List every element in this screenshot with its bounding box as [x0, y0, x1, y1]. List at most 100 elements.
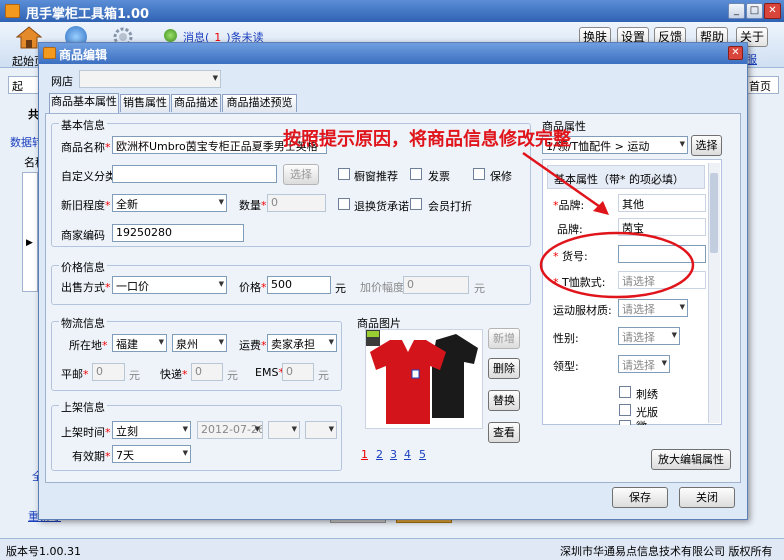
shop-select[interactable]	[79, 70, 221, 88]
warranty-checkbox[interactable]	[473, 168, 485, 180]
props-choose-button[interactable]: 选择	[691, 135, 722, 156]
prop-embroidery-checkbox[interactable]	[619, 386, 631, 398]
prop-plain-checkbox[interactable]	[619, 404, 631, 416]
listing-minute-select[interactable]	[305, 421, 337, 439]
custom-category-input[interactable]	[112, 165, 277, 183]
image-page-2[interactable]: 2	[376, 448, 383, 461]
prop-material-select[interactable]: 请选择	[618, 299, 688, 317]
dialog-title: 商品编辑	[59, 48, 108, 62]
app-title: 甩手掌柜工具箱1.00	[26, 7, 150, 22]
freight-label: 运费*	[239, 339, 267, 352]
annotation-circle-icon	[539, 231, 695, 299]
tshirt-image-icon	[366, 330, 478, 424]
status-bar: 版本号1.00.31 深圳市华通易点信息技术有限公司 版权所有	[0, 538, 784, 560]
shop-label: 网店	[51, 75, 73, 88]
tab-basic[interactable]: 商品基本属性	[49, 93, 119, 113]
province-select[interactable]: 福建	[112, 334, 167, 352]
save-button[interactable]: 保存	[612, 487, 668, 508]
member-discount-label: 会员打折	[428, 200, 472, 213]
app-logo-icon	[5, 4, 20, 18]
tab-home[interactable]: 首页	[745, 76, 779, 94]
prop-brand-input[interactable]: 其他	[618, 194, 706, 212]
markup-input[interactable]: 0	[403, 276, 469, 294]
minimize-button[interactable]: _	[728, 3, 745, 19]
image-page-4[interactable]: 4	[404, 448, 411, 461]
replace-image-button[interactable]: 替换	[488, 390, 520, 411]
express-label: 快递*	[160, 368, 188, 381]
dialog-close-button[interactable]: ✕	[728, 46, 743, 60]
return-promise-checkbox[interactable]	[338, 198, 350, 210]
left-grid	[22, 172, 38, 292]
condition-select[interactable]: 全新	[112, 194, 227, 212]
enlarge-props-button[interactable]: 放大编辑属性	[651, 449, 731, 470]
merchant-code-input[interactable]: 19250280	[112, 224, 244, 242]
listing-time-select[interactable]: 立刻	[112, 421, 191, 439]
version-label: 版本号1.00.31	[6, 545, 81, 558]
freight-select[interactable]: 卖家承担	[267, 334, 337, 352]
delete-image-button[interactable]: 删除	[488, 358, 520, 379]
price-input[interactable]: 500	[267, 276, 331, 294]
prop-collar-select[interactable]: 请选择	[618, 355, 670, 373]
express-unit: 元	[227, 369, 238, 382]
express-input[interactable]: 0	[191, 363, 223, 381]
props-scroll-thumb[interactable]	[710, 173, 718, 253]
listing-title: 上架信息	[59, 399, 107, 415]
maximize-button[interactable]: □	[746, 3, 763, 19]
mail-label: 平邮*	[61, 368, 89, 381]
listing-hour-select[interactable]	[268, 421, 300, 439]
invoice-checkbox[interactable]	[410, 168, 422, 180]
company-label: 深圳市华通易点信息技术有限公司 版权所有	[560, 545, 773, 558]
showcase-label: 橱窗推荐	[354, 170, 398, 183]
row-pointer-icon: ▶	[26, 238, 33, 248]
condition-label: 新旧程度*	[61, 199, 111, 212]
ems-unit: 元	[318, 369, 329, 382]
prop-gender-label: 性别:	[553, 332, 579, 345]
tab-desc[interactable]: 商品描述	[171, 94, 221, 112]
app-close-button[interactable]: ✕	[764, 3, 781, 19]
tab-start[interactable]: 起	[8, 76, 40, 94]
valid-period-select[interactable]: 7天	[112, 445, 191, 463]
quantity-input[interactable]: 0	[267, 194, 326, 212]
member-discount-checkbox[interactable]	[410, 198, 422, 210]
price-unit: 元	[335, 282, 346, 295]
image-page-1[interactable]: 1	[361, 448, 368, 461]
markup-label: 加价幅度	[360, 281, 404, 294]
prop-partial-checkbox[interactable]	[619, 420, 631, 425]
prop-collar-label: 领型:	[553, 360, 579, 373]
image-page-3[interactable]: 3	[390, 448, 397, 461]
listing-date-select[interactable]: 2012-07-26	[197, 421, 263, 439]
image-page-5[interactable]: 5	[419, 448, 426, 461]
logistics-title: 物流信息	[59, 315, 107, 331]
dialog-icon	[43, 47, 56, 59]
price-info-title: 价格信息	[59, 259, 107, 275]
ems-label: EMS*	[255, 366, 284, 379]
quantity-label: 数量*	[239, 199, 267, 212]
tab-sales[interactable]: 销售属性	[120, 94, 170, 112]
view-image-button[interactable]: 查看	[488, 422, 520, 443]
prop-gender-select[interactable]: 请选择	[618, 327, 680, 345]
annotation-arrow-icon	[522, 151, 609, 215]
showcase-checkbox[interactable]	[338, 168, 350, 180]
merchant-code-label: 商家编码	[61, 229, 105, 242]
mail-input[interactable]: 0	[92, 363, 125, 381]
product-image[interactable]	[365, 329, 483, 429]
prop-partial-label: 微	[636, 418, 647, 425]
price-label: 价格*	[239, 281, 267, 294]
valid-period-label: 有效期*	[72, 450, 111, 463]
category-select-button[interactable]: 选择	[283, 164, 319, 185]
custom-category-label: 自定义分类	[61, 170, 116, 183]
product-edit-dialog: 商品编辑 ✕ 网店 商品基本属性 销售属性 商品描述 商品描述预览 基本信息 商…	[38, 42, 748, 520]
close-button[interactable]: 关闭	[679, 487, 735, 508]
app-title-bar: 甩手掌柜工具箱1.00	[0, 0, 784, 22]
tab-desc-preview[interactable]: 商品描述预览	[222, 94, 297, 112]
return-promise-label: 退换货承诺	[354, 200, 409, 213]
city-select[interactable]: 泉州	[172, 334, 227, 352]
ems-input[interactable]: 0	[282, 363, 314, 381]
invoice-label: 发票	[428, 170, 450, 183]
sell-method-select[interactable]: 一口价	[112, 276, 227, 294]
sell-method-label: 出售方式*	[61, 281, 111, 294]
dialog-title-bar: 商品编辑	[39, 43, 747, 64]
basic-info-title: 基本信息	[59, 117, 107, 133]
prop-material-label: 运动服材质:	[553, 304, 612, 317]
add-image-button[interactable]: 新增	[488, 328, 520, 349]
